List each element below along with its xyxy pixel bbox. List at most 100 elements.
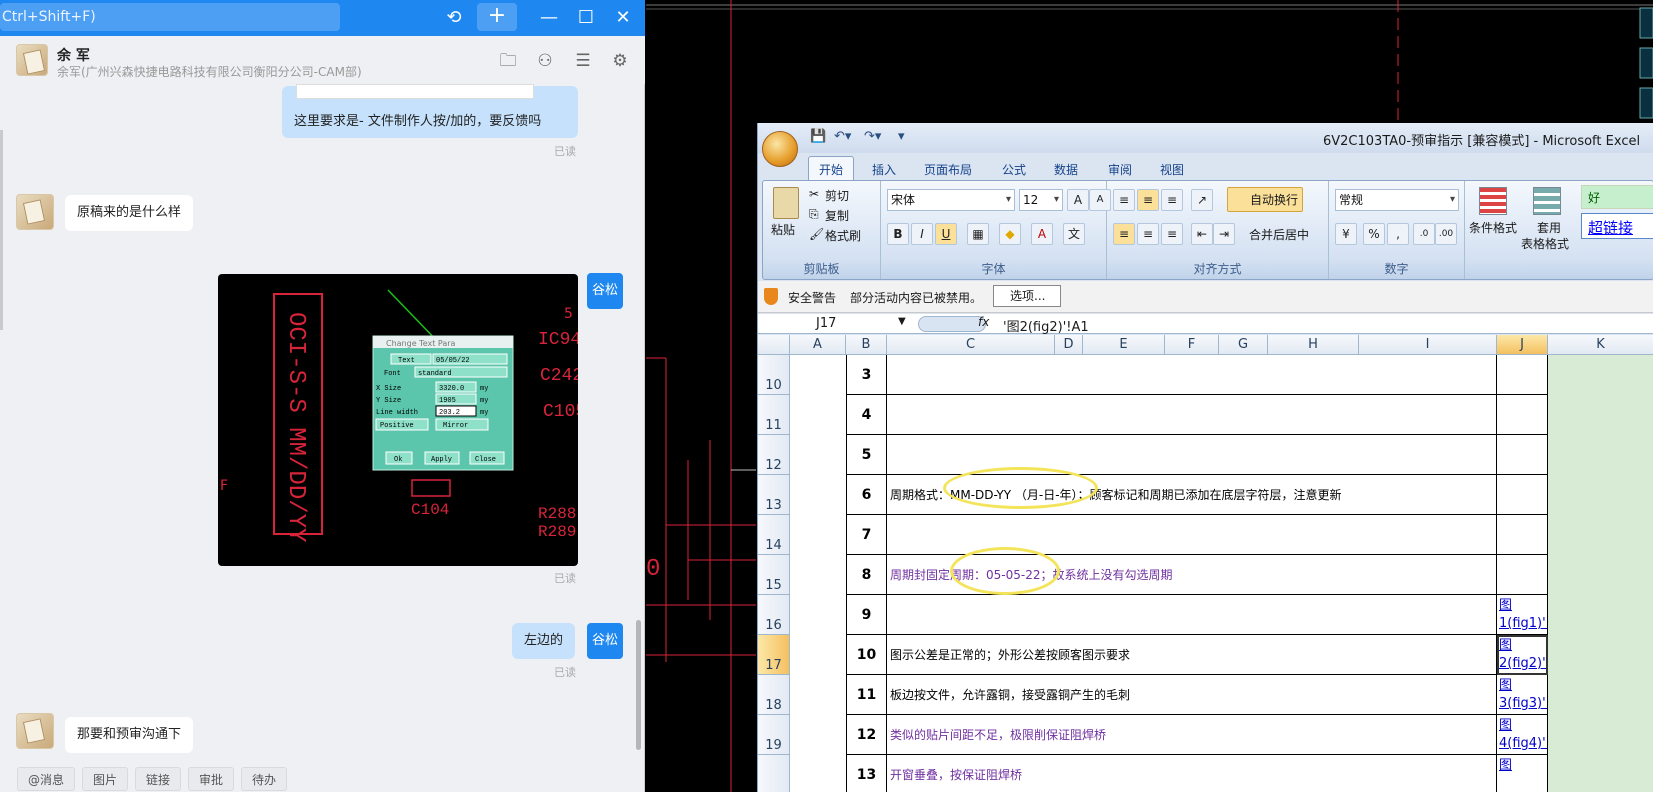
cell-item-number[interactable]: 3	[846, 355, 887, 395]
cut-button[interactable]: 剪切	[825, 187, 849, 204]
fill-color-icon[interactable]: ◆	[999, 223, 1021, 245]
cell-figure-link[interactable]	[1497, 435, 1548, 475]
column-header[interactable]: H	[1268, 335, 1359, 355]
quoted-image-thumbnail[interactable]	[296, 84, 534, 99]
image-message[interactable]: OCI-S-S MM/DD/YY IC94 C242 C105 C104 R28…	[218, 274, 578, 566]
tab-review[interactable]: 审阅	[1108, 161, 1132, 178]
folder-icon[interactable]: 🗀	[497, 50, 519, 72]
copy-button[interactable]: 复制	[825, 207, 849, 224]
align-right-icon[interactable]: ≡	[1161, 223, 1183, 245]
cell-item-number[interactable]: 10	[846, 635, 887, 675]
align-center-icon[interactable]: ≡	[1137, 223, 1159, 245]
sender-avatar[interactable]	[16, 194, 54, 230]
search-history-icon[interactable]: ☰	[572, 50, 594, 72]
sender-avatar[interactable]	[16, 713, 54, 749]
column-header[interactable]: K	[1548, 335, 1653, 355]
mention-chip[interactable]: @消息	[17, 767, 76, 791]
column-header[interactable]: F	[1165, 335, 1219, 355]
row-header[interactable]: 15	[758, 555, 790, 595]
row-header[interactable]: 18	[758, 675, 790, 715]
cell-item-number[interactable]: 6	[846, 475, 887, 515]
cell-figure-link[interactable]	[1497, 355, 1548, 395]
phonetic-icon[interactable]: 文	[1063, 223, 1085, 245]
undo-icon[interactable]: ↶▾	[834, 129, 851, 144]
cell-item-number[interactable]: 5	[846, 435, 887, 475]
decrease-indent-icon[interactable]: ⇤	[1191, 223, 1213, 245]
name-box[interactable]: J17	[816, 316, 836, 331]
style-good[interactable]: 好	[1581, 185, 1653, 209]
column-header[interactable]: B	[846, 335, 887, 355]
align-left-icon[interactable]: ≡	[1113, 223, 1135, 245]
cell-description[interactable]: 开窗垂叠，按保证阻焊桥	[887, 755, 1497, 792]
grow-font-icon[interactable]: A	[1067, 189, 1089, 211]
align-top-icon[interactable]: ≡	[1113, 189, 1135, 211]
add-button[interactable]: +	[477, 3, 517, 31]
column-header[interactable]: A	[790, 335, 846, 355]
cell-description[interactable]: 图示公差是正常的；外形公差按顾客图示要求	[887, 635, 1497, 675]
italic-icon[interactable]: I	[911, 223, 933, 245]
approval-chip[interactable]: 审批	[188, 767, 235, 791]
cell-item-number[interactable]: 9	[846, 595, 887, 635]
bold-icon[interactable]: B	[887, 223, 909, 245]
conditional-format-button[interactable]: 条件格式	[1469, 219, 1517, 236]
cell-figure-link[interactable]: 图 1(fig1)'!A	[1497, 595, 1548, 635]
increase-decimal-icon[interactable]: .0	[1413, 223, 1435, 245]
settings-gear-icon[interactable]: ⚙	[609, 50, 631, 72]
cell-description[interactable]	[887, 595, 1497, 635]
cell-figure-link[interactable]: 图 3(fig3)'!A	[1497, 675, 1548, 715]
row-header[interactable]: 14	[758, 515, 790, 555]
cell-figure-link[interactable]	[1497, 555, 1548, 595]
formula-zoom-control[interactable]	[918, 316, 986, 332]
number-format-select[interactable]: 常规	[1335, 189, 1459, 211]
my-avatar[interactable]: 谷松	[587, 273, 623, 309]
name-box-dropdown-icon[interactable]: ▼	[898, 316, 906, 327]
save-icon[interactable]: 💾	[810, 129, 826, 144]
style-hyperlink[interactable]: 超链接	[1581, 213, 1653, 239]
column-header[interactable]: J	[1497, 335, 1548, 355]
cell-description[interactable]	[887, 355, 1497, 395]
tab-data[interactable]: 数据	[1054, 161, 1078, 178]
cell-item-number[interactable]: 7	[846, 515, 887, 555]
security-options-button[interactable]: 选项...	[993, 285, 1061, 307]
cell-figure-link[interactable]	[1497, 515, 1548, 555]
font-color-icon[interactable]: A	[1031, 223, 1053, 245]
link-chip[interactable]: 链接	[135, 767, 182, 791]
cell-item-number[interactable]: 4	[846, 395, 887, 435]
cell-description[interactable]	[887, 395, 1497, 435]
percent-icon[interactable]: %	[1363, 223, 1385, 245]
cell-figure-link[interactable]: 图 2(fig2)'!A	[1497, 635, 1548, 675]
align-bottom-icon[interactable]: ≡	[1161, 189, 1183, 211]
font-size-select[interactable]: 12	[1019, 189, 1063, 211]
align-middle-icon[interactable]: ≡	[1137, 189, 1159, 211]
contact-avatar[interactable]	[16, 44, 48, 76]
column-header[interactable]: G	[1219, 335, 1268, 355]
increase-indent-icon[interactable]: ⇥	[1213, 223, 1235, 245]
tab-view[interactable]: 视图	[1160, 161, 1184, 178]
close-icon[interactable]: ✕	[612, 4, 634, 32]
redo-icon[interactable]: ↷▾	[864, 129, 881, 144]
fx-icon[interactable]: fx	[978, 315, 989, 329]
cell-item-number[interactable]: 8	[846, 555, 887, 595]
cell-item-number[interactable]: 12	[846, 715, 887, 755]
worksheet-grid[interactable]: ABCDEFGHIJK 10 3 11 4 12 5 13 6 周期格式：MM-DD-YY （月…	[758, 335, 1653, 792]
row-header[interactable]: 13	[758, 475, 790, 515]
search-input[interactable]: Ctrl+Shift+F)	[0, 3, 340, 31]
message-bubble-me[interactable]: 左边的	[512, 623, 576, 659]
tab-insert[interactable]: 插入	[872, 161, 896, 178]
column-header[interactable]: I	[1359, 335, 1497, 355]
row-header[interactable]: 10	[758, 355, 790, 395]
cell-item-number[interactable]: 11	[846, 675, 887, 715]
paste-button[interactable]: 粘贴	[771, 221, 795, 238]
underline-icon[interactable]: U	[935, 223, 957, 245]
column-header[interactable]: E	[1083, 335, 1165, 355]
message-bubble-other[interactable]: 原稿来的是什么样	[65, 195, 194, 231]
maximize-icon[interactable]: ☐	[575, 4, 597, 32]
cell-figure-link[interactable]: 图 4(fig4)'!A	[1497, 715, 1548, 755]
tab-formulas[interactable]: 公式	[1002, 161, 1026, 178]
minimize-icon[interactable]: —	[538, 4, 560, 32]
row-header[interactable]: 16	[758, 595, 790, 635]
cell-description[interactable]: 类似的贴片间距不足，极限削保证阻焊桥	[887, 715, 1497, 755]
cell-description[interactable]: 板边按文件，允许露铜，接受露铜产生的毛刺	[887, 675, 1497, 715]
image-chip[interactable]: 图片	[82, 767, 129, 791]
row-header[interactable]: 19	[758, 715, 790, 755]
